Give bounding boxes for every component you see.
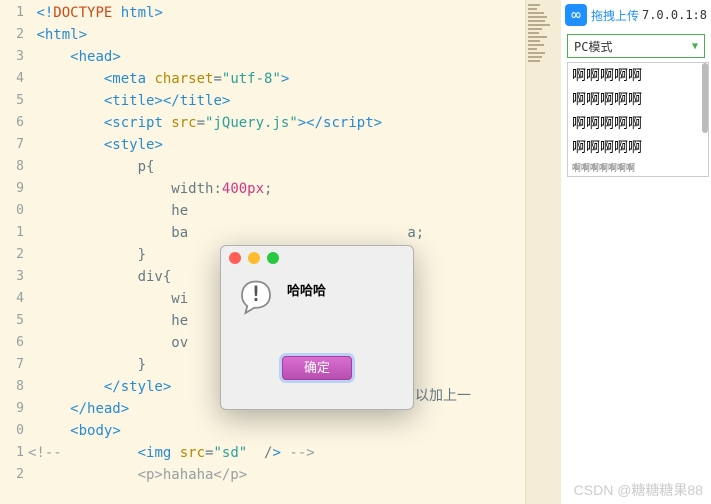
alert-dialog: ! 哈哈哈 确定	[220, 245, 414, 410]
preview-viewport: 啊啊啊啊啊 啊啊啊啊啊 啊啊啊啊啊 啊啊啊啊啊 啊啊啊啊啊啊啊	[567, 62, 709, 177]
line-number: 9	[0, 398, 28, 420]
line-number: 2	[0, 464, 28, 486]
line-number: 2	[0, 24, 28, 46]
upload-icon[interactable]: ∞	[565, 4, 587, 26]
watermark: CSDN @糖糖糖果88	[574, 480, 703, 500]
line-number: 1	[0, 222, 28, 244]
line-number: 6	[0, 332, 28, 354]
minimap[interactable]	[525, 0, 561, 504]
chevron-down-icon: ▼	[692, 41, 698, 52]
maximize-icon[interactable]	[267, 252, 279, 264]
preview-text: 啊啊啊啊啊	[568, 135, 708, 159]
scrollbar[interactable]	[702, 63, 708, 133]
preview-text: 啊啊啊啊啊	[568, 63, 708, 87]
preview-text: 啊啊啊啊啊啊啊	[568, 159, 708, 176]
alert-message: 哈哈哈	[287, 278, 326, 320]
line-gutter: 1 2 3 4 5 6 7 8 9 0 1 2 3 4 5 6 7 8 9 0 …	[0, 0, 28, 504]
titlebar	[221, 246, 413, 270]
line-number: 8	[0, 376, 28, 398]
preview-panel: ∞ 拖拽上传 7.0.0.1:8 PC模式 ▼ 啊啊啊啊啊 啊啊啊啊啊 啊啊啊啊…	[561, 0, 711, 504]
preview-text: 啊啊啊啊啊	[568, 111, 708, 135]
line-number: 4	[0, 68, 28, 90]
line-number: 0	[0, 420, 28, 442]
line-number: 9	[0, 178, 28, 200]
minimize-icon[interactable]	[248, 252, 260, 264]
ok-button[interactable]: 确定	[282, 356, 352, 380]
line-number: 1	[0, 2, 28, 24]
mode-value: PC模式	[574, 38, 612, 55]
line-number: 0	[0, 200, 28, 222]
close-icon[interactable]	[229, 252, 241, 264]
line-number: 5	[0, 90, 28, 112]
ip-address: 7.0.0.1:8	[642, 8, 707, 22]
preview-text: 啊啊啊啊啊	[568, 87, 708, 111]
line-number: 8	[0, 156, 28, 178]
preview-header: ∞ 拖拽上传 7.0.0.1:8	[561, 0, 711, 30]
line-number: 5	[0, 310, 28, 332]
alert-icon: !	[235, 278, 277, 320]
line-number: 1	[0, 442, 28, 464]
line-number: 4	[0, 288, 28, 310]
svg-text:!: !	[250, 282, 263, 306]
upload-label[interactable]: 拖拽上传	[591, 7, 639, 24]
line-number: 7	[0, 134, 28, 156]
line-number: 7	[0, 354, 28, 376]
line-number: 2	[0, 244, 28, 266]
line-number: 3	[0, 46, 28, 68]
line-number: 3	[0, 266, 28, 288]
line-number: 6	[0, 112, 28, 134]
mode-dropdown[interactable]: PC模式 ▼	[567, 34, 705, 58]
